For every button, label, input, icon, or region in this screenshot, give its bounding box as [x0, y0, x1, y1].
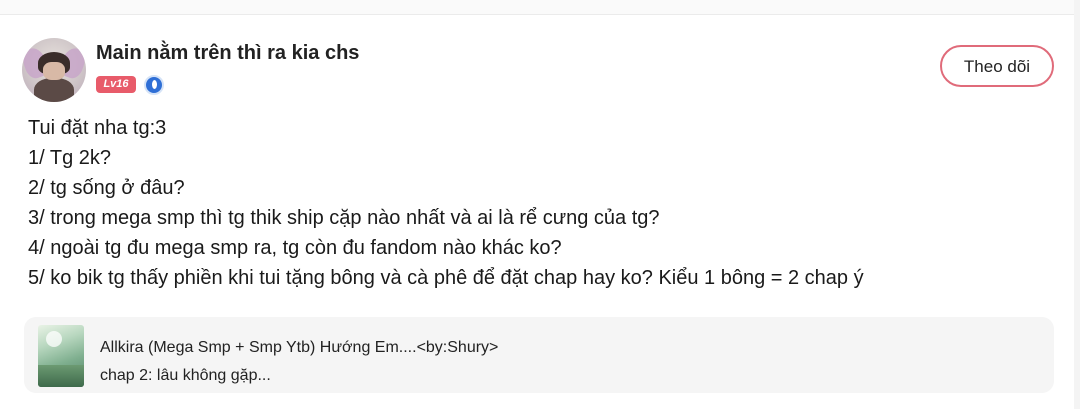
author-name[interactable]: Main nằm trên thì ra kia chs: [96, 42, 359, 65]
story-cover-image: [38, 325, 84, 387]
post-line: 3/ trong mega smp thì tg thik ship cặp n…: [28, 207, 660, 229]
post-card: Main nằm trên thì ra kia chs Lv16 Theo d…: [0, 15, 1074, 409]
follow-button[interactable]: Theo dõi: [940, 45, 1054, 87]
story-title: Allkira (Mega Smp + Smp Ytb) Hướng Em...…: [100, 339, 499, 356]
cover-foliage: [38, 365, 84, 387]
post-line: Tui đặt nha tg:3: [28, 117, 167, 139]
avatar-face: [43, 62, 65, 80]
post-line: 1/ Tg 2k?: [28, 147, 112, 169]
post-line: 4/ ngoài tg đu mega smp ra, tg còn đu fa…: [28, 237, 562, 259]
post-content: Tui đặt nha tg:3 1/ Tg 2k? 2/ tg sống ở …: [28, 113, 1048, 293]
cover-light: [46, 331, 62, 347]
story-chapter: chap 2: lâu không gặp...: [100, 367, 271, 384]
avatar[interactable]: [22, 38, 86, 102]
right-scroll-edge: [1074, 0, 1080, 409]
linked-story-card[interactable]: Allkira (Mega Smp + Smp Ytb) Hướng Em...…: [24, 317, 1054, 393]
level-badge: Lv16: [96, 76, 136, 93]
avatar-body: [34, 78, 74, 102]
post-line: 5/ ko bik tg thấy phiền khi tui tặng bôn…: [28, 267, 864, 289]
top-divider: [0, 0, 1080, 15]
verified-badge-icon: [144, 75, 164, 95]
post-line: 2/ tg sống ở đâu?: [28, 177, 185, 199]
